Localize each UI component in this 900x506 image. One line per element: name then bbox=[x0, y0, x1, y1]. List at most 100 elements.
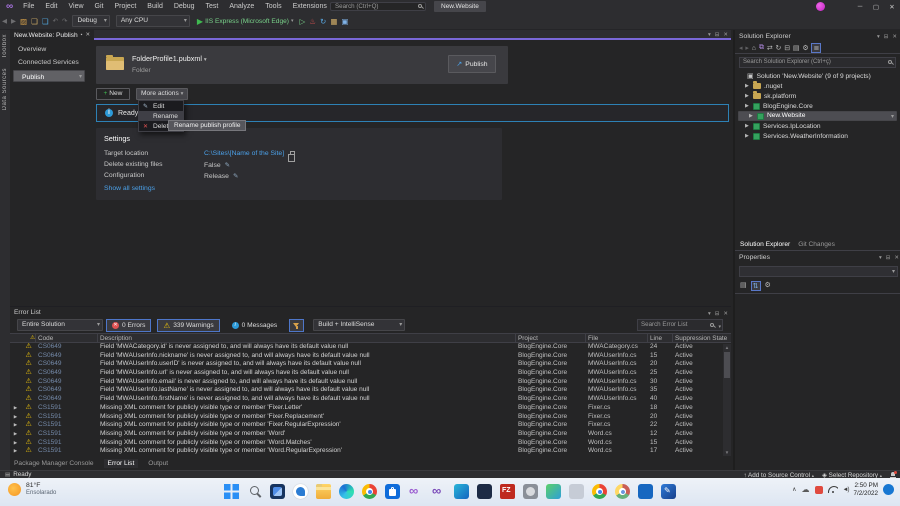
error-row[interactable]: ⚠CS0649Field 'MWAUserInfo.email' is neve… bbox=[10, 378, 731, 387]
hot-reload-icon[interactable]: ♨ bbox=[307, 17, 318, 26]
gimp-icon[interactable] bbox=[523, 484, 538, 499]
toolbox-vertical-tab[interactable]: Toolbox bbox=[2, 34, 8, 58]
publish-nav-publish[interactable]: Publish bbox=[13, 70, 85, 82]
tab-solution-explorer[interactable]: Solution Explorer bbox=[740, 241, 790, 248]
menu-project[interactable]: Project bbox=[109, 1, 141, 13]
error-row[interactable]: ▶⚠CS1591Missing XML comment for publicly… bbox=[10, 421, 731, 430]
vertical-scrollbar[interactable]: ▲ ▼ bbox=[723, 344, 731, 456]
restart-icon[interactable]: ↻ bbox=[318, 17, 328, 26]
scope-icon[interactable]: ⇄ bbox=[767, 44, 773, 52]
column-suppression-state[interactable]: Suppression State bbox=[673, 334, 731, 343]
categorized-icon[interactable]: ▤ bbox=[740, 281, 747, 291]
profile-name-dropdown[interactable]: FolderProfile1.pubxml ▾ bbox=[132, 54, 207, 63]
new-profile-button[interactable]: + New bbox=[96, 88, 130, 100]
tree-item-services-weatherinformation[interactable]: ▶Services.WeatherInformation bbox=[735, 131, 900, 141]
open-folder-icon[interactable]: ❏ bbox=[29, 17, 40, 26]
minimize-button[interactable]: ─ bbox=[852, 3, 868, 10]
tab-publish[interactable]: New.Website: Publish ▪ ✕ bbox=[10, 30, 94, 40]
menu-file[interactable]: File bbox=[18, 1, 39, 13]
error-list-header[interactable]: Error List ▾ ⊟ ✕ bbox=[10, 307, 731, 317]
tree-item-sk-platform[interactable]: ▶sk.platform bbox=[735, 91, 900, 101]
close-button[interactable]: ✕ bbox=[884, 3, 900, 11]
properties-object-select[interactable] bbox=[739, 266, 898, 277]
visual-studio-icon[interactable] bbox=[408, 484, 423, 499]
forward-icon[interactable]: ▸ bbox=[745, 44, 748, 52]
solution-badge[interactable]: New.Website bbox=[434, 1, 486, 12]
undo-icon[interactable]: ↶ bbox=[51, 17, 60, 25]
app-teal-icon[interactable] bbox=[454, 484, 469, 499]
chat-icon[interactable] bbox=[293, 484, 308, 499]
solution-explorer-header[interactable]: Solution Explorer ▾ ⊟ ✕ bbox=[735, 30, 900, 43]
menu-git[interactable]: Git bbox=[90, 1, 109, 13]
menu-debug[interactable]: Debug bbox=[169, 1, 200, 13]
show-all-files-icon[interactable]: ▤ bbox=[793, 44, 799, 52]
scroll-up-icon[interactable]: ▲ bbox=[723, 344, 731, 351]
column-code[interactable]: Code bbox=[36, 334, 98, 343]
visual-studio-2-icon[interactable] bbox=[431, 484, 446, 499]
platform-select[interactable]: Any CPU bbox=[116, 15, 190, 27]
nav-forward-icon[interactable]: ▶ bbox=[9, 17, 18, 25]
back-icon[interactable]: ◂ bbox=[739, 44, 742, 52]
nav-back-icon[interactable]: ◀ bbox=[0, 17, 9, 25]
caret-down-icon[interactable]: ▾ bbox=[877, 34, 880, 40]
menu-item-edit[interactable]: ✎ Edit bbox=[139, 101, 183, 111]
wifi-icon[interactable] bbox=[828, 486, 838, 493]
error-row[interactable]: ⚠CS0649Field 'MWACategory.id' is never a… bbox=[10, 343, 731, 352]
expand-arrow-icon[interactable]: ▶ bbox=[10, 430, 21, 439]
expand-arrow-icon[interactable]: ▶ bbox=[10, 413, 21, 422]
photos-icon[interactable] bbox=[546, 484, 561, 499]
scope-select[interactable]: Entire Solution bbox=[17, 319, 103, 331]
start-without-debugging-icon[interactable]: ▷ bbox=[298, 17, 308, 26]
close-icon[interactable]: ✕ bbox=[892, 34, 897, 40]
file-explorer-icon[interactable] bbox=[316, 484, 331, 499]
filezilla-icon[interactable] bbox=[500, 484, 515, 499]
solution-explorer-search-input[interactable]: Search Solution Explorer (Ctrl+ç) bbox=[739, 57, 896, 68]
menu-extensions[interactable]: Extensions bbox=[288, 1, 332, 13]
pin-icon[interactable]: ⊟ bbox=[715, 311, 720, 317]
tray-chevron-icon[interactable]: ∧ bbox=[792, 486, 796, 493]
background-tasks-icon[interactable]: ▤ bbox=[5, 472, 10, 478]
tree-item-solution-new-website-9-of-9-projects[interactable]: ▣Solution 'New.Website' (9 of 9 projects… bbox=[735, 71, 900, 81]
severity-sort-icon[interactable]: ⚠ bbox=[10, 334, 36, 343]
error-row[interactable]: ▶⚠CS1591Missing XML comment for publicly… bbox=[10, 430, 731, 439]
widgets-icon[interactable] bbox=[270, 484, 285, 499]
tree-item-services-iplocation[interactable]: ▶Services.IpLocation bbox=[735, 121, 900, 131]
menu-view[interactable]: View bbox=[63, 1, 88, 13]
search-icon[interactable] bbox=[418, 4, 422, 8]
target-location-link[interactable]: C:\Sites\[Name of the Site] bbox=[204, 150, 284, 157]
tab-package-manager-console[interactable]: Package Manager Console bbox=[14, 460, 94, 467]
data-sources-vertical-tab[interactable]: Data Sources bbox=[2, 68, 8, 110]
start-icon[interactable] bbox=[224, 484, 239, 499]
expand-arrow-icon[interactable]: ▶ bbox=[10, 439, 21, 448]
tree-item-nuget[interactable]: ▶.nuget bbox=[735, 81, 900, 91]
copy-icon[interactable] bbox=[290, 151, 295, 157]
edit-pencil-icon[interactable]: ✎ bbox=[233, 172, 238, 180]
error-row[interactable]: ⚠CS0649Field 'MWAUserInfo.firstName' is … bbox=[10, 395, 731, 404]
tab-git-changes[interactable]: Git Changes bbox=[798, 241, 835, 248]
home-icon[interactable]: ⌂ bbox=[752, 45, 756, 52]
column-project[interactable]: Project bbox=[516, 334, 586, 343]
error-row[interactable]: ▶⚠CS1591Missing XML comment for publicly… bbox=[10, 413, 731, 422]
show-all-settings-link[interactable]: Show all settings bbox=[104, 185, 155, 192]
volume-icon[interactable]: ◄) bbox=[843, 487, 849, 493]
expand-arrow-icon[interactable]: ▶ bbox=[745, 83, 750, 89]
column-file[interactable]: File bbox=[586, 334, 648, 343]
chrome-canary-icon[interactable] bbox=[615, 484, 630, 499]
tree-item-new-website[interactable]: ▶New.Website bbox=[738, 111, 897, 121]
onedrive-cloud-icon[interactable]: ☁ bbox=[802, 486, 810, 494]
expand-arrow-icon[interactable]: ▶ bbox=[749, 111, 754, 121]
column-description[interactable]: Description bbox=[98, 334, 516, 343]
app-gray-icon[interactable] bbox=[569, 484, 584, 499]
debug-config-select[interactable]: Debug bbox=[72, 15, 109, 27]
run-button[interactable]: ▶ IIS Express (Microsoft Edge) ▾ bbox=[197, 17, 294, 26]
error-row[interactable]: ⚠CS0649Field 'MWAUserInfo.userID' is nev… bbox=[10, 360, 731, 369]
browser-preview-icon[interactable]: ▣ bbox=[339, 17, 350, 26]
app-blue-icon[interactable] bbox=[638, 484, 653, 499]
expand-arrow-icon[interactable]: ▶ bbox=[10, 404, 21, 413]
error-row[interactable]: ▶⚠CS1591Missing XML comment for publicly… bbox=[10, 404, 731, 413]
new-project-icon[interactable]: ▨ bbox=[18, 17, 29, 26]
expand-arrow-icon[interactable]: ▶ bbox=[745, 103, 750, 109]
publish-button[interactable]: ↗ Publish bbox=[448, 55, 496, 73]
tree-item-blogengine-core[interactable]: ▶BlogEngine.Core bbox=[735, 101, 900, 111]
search-icon[interactable] bbox=[247, 484, 262, 499]
